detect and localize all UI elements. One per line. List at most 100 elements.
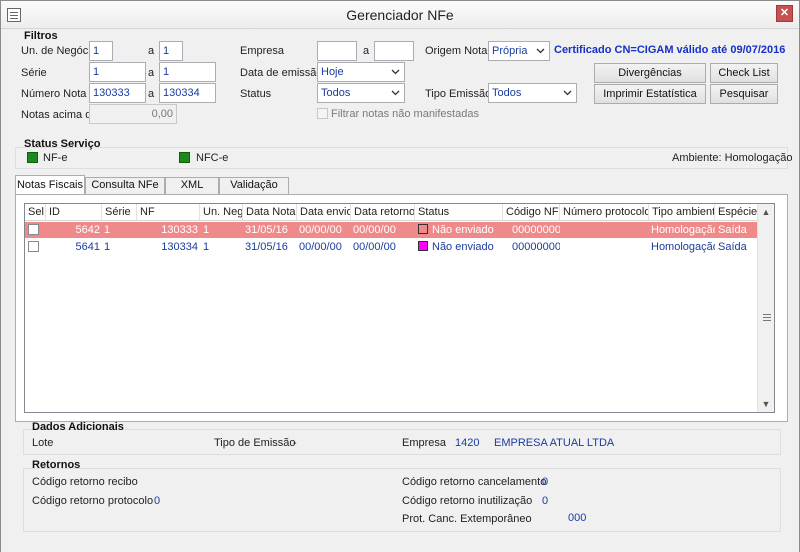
status-label: Status [240, 88, 272, 100]
nfe-status-indicator-icon [27, 152, 38, 163]
pesquisar-button[interactable]: Pesquisar [710, 84, 778, 104]
lote-label: Lote [32, 437, 54, 449]
scroll-thumb[interactable] [759, 220, 773, 396]
filtrar-nao-manifestadas-checkbox[interactable] [317, 108, 328, 119]
col-data-envio[interactable]: Data envio [297, 204, 351, 221]
col-codigo-nfe[interactable]: Código NFe [503, 204, 560, 221]
col-data-nota[interactable]: Data Nota [243, 204, 297, 221]
data-emissao-label: Data de emissão [240, 67, 323, 79]
cell-status-text: Não enviado [432, 224, 494, 236]
col-especie[interactable]: Espécie [715, 204, 762, 221]
nfce-status-indicator-icon [179, 152, 190, 163]
cell-especie: Saída [718, 241, 747, 253]
col-nf[interactable]: NF [137, 204, 200, 221]
cell-status: Não enviado [418, 239, 503, 255]
notas-acima-input[interactable]: 0,00 [89, 104, 177, 124]
empresa-to-input[interactable] [374, 41, 414, 61]
prot-canc-extemporaneo-label: Prot. Canc. Extemporâneo [402, 513, 532, 525]
notas-grid[interactable]: Sel ID Série NF Un. Neg. Data Nota Data … [24, 203, 775, 413]
scroll-down-icon[interactable]: ▼ [758, 396, 774, 412]
origem-nota-value: Própria [492, 45, 528, 57]
tab-xml[interactable]: XML [165, 177, 219, 194]
status-color-swatch [418, 241, 428, 251]
cell-numero-protocolo [562, 222, 649, 238]
col-serie[interactable]: Série [102, 204, 137, 221]
notas-fiscais-panel: Sel ID Série NF Un. Neg. Data Nota Data … [15, 194, 788, 422]
imprimir-estatistica-button[interactable]: Imprimir Estatística [594, 84, 706, 104]
codigo-retorno-recibo-label: Código retorno recibo [32, 476, 138, 488]
row-select-checkbox[interactable] [28, 224, 39, 235]
cell-codigo-nfe: 000000000 [512, 241, 560, 253]
tipo-emissao-value: Todos [492, 87, 522, 99]
cell-status-text: Não enviado [432, 241, 494, 253]
numero-nota-label: Número Nota [21, 88, 87, 100]
empresa-info-code: 1420 [455, 437, 480, 449]
un-negocio-to-input[interactable]: 1 [159, 41, 183, 61]
un-negocio-label: Un. de Negócio [21, 45, 97, 57]
cell-serie: 1 [104, 241, 111, 253]
filtros-title: Filtros [24, 30, 58, 42]
status-servico-title: Status Serviço [24, 138, 101, 150]
tab-validacao-xml[interactable]: Validação XML [219, 177, 289, 206]
cell-data-envio: 00/00/00 [299, 224, 342, 236]
codigo-retorno-inutilizacao-label: Código retorno inutilização [402, 495, 533, 507]
prot-canc-extemporaneo-value: 000 [568, 512, 587, 524]
grid-vertical-scrollbar[interactable]: ▲ ▼ [757, 204, 774, 412]
scroll-grip-icon [763, 314, 771, 321]
numero-nota-to-input[interactable]: 130334 [159, 83, 216, 103]
cell-id: 5642 [75, 224, 100, 236]
close-button[interactable]: ✕ [776, 5, 793, 22]
codigo-retorno-cancelamento-label: Código retorno cancelamento [402, 476, 547, 488]
un-negocio-from-input[interactable]: 1 [89, 41, 113, 61]
col-tipo-ambiente[interactable]: Tipo ambiente [649, 204, 715, 221]
cell-nf: 130333 [161, 224, 198, 236]
empresa-info-name: EMPRESA ATUAL LTDA [494, 437, 615, 449]
cell-data-retorno: 00/00/00 [353, 241, 396, 253]
status-select[interactable]: Todos [317, 83, 405, 103]
chevron-down-icon [391, 69, 400, 75]
cell-especie: Saída [718, 224, 747, 236]
col-numero-protocolo[interactable]: Número protocolo [560, 204, 649, 221]
col-status[interactable]: Status [415, 204, 503, 221]
col-id[interactable]: ID [46, 204, 102, 221]
cell-serie: 1 [104, 224, 111, 236]
numero-nota-from-input[interactable]: 130333 [89, 83, 146, 103]
cell-codigo-nfe: 000000000 [512, 224, 560, 236]
data-emissao-select[interactable]: Hoje [317, 62, 405, 82]
empresa-info-label: Empresa [402, 437, 447, 449]
col-un-neg[interactable]: Un. Neg. [200, 204, 243, 221]
check-list-button[interactable]: Check List [710, 63, 778, 83]
title-bar: Gerenciador NFe ✕ [1, 1, 799, 29]
cell-id: 5641 [75, 241, 100, 253]
cell-data-envio: 00/00/00 [299, 241, 342, 253]
tipo-emissao-label: Tipo Emissão [425, 88, 492, 100]
table-row[interactable]: 5642 1 130333 1 31/05/16 00/00/00 00/00/… [25, 222, 762, 238]
gerenciador-nfe-window: Gerenciador NFe ✕ Filtros Un. de Negócio… [0, 0, 800, 552]
filtrar-nao-manifestadas-label: Filtrar notas não manifestadas [331, 108, 479, 120]
tab-consulta-nfe[interactable]: Consulta NFe [85, 177, 165, 194]
empresa-sep: a [363, 45, 370, 57]
cell-un-neg: 1 [203, 241, 210, 253]
col-data-retorno[interactable]: Data retorno [351, 204, 415, 221]
empresa-from-input[interactable] [317, 41, 357, 61]
grid-header: Sel ID Série NF Un. Neg. Data Nota Data … [25, 204, 762, 221]
codigo-retorno-inutilizacao-value: 0 [542, 495, 549, 507]
tab-notas-fiscais[interactable]: Notas Fiscais [15, 175, 85, 194]
origem-nota-label: Origem Nota [425, 45, 488, 57]
tipo-emissao-select[interactable]: Todos [488, 83, 577, 103]
serie-to-input[interactable]: 1 [159, 62, 216, 82]
serie-from-input[interactable]: 1 [89, 62, 146, 82]
divergencias-button[interactable]: Divergências [594, 63, 706, 83]
cell-status: Não enviado [418, 222, 503, 238]
cell-data-nota: 31/05/16 [245, 224, 288, 236]
row-select-checkbox[interactable] [28, 241, 39, 252]
codigo-retorno-cancelamento-value: 0 [542, 476, 549, 488]
col-sel[interactable]: Sel [25, 204, 46, 221]
cell-tipo-ambiente: Homologação [651, 224, 715, 236]
cell-numero-protocolo [562, 239, 649, 255]
scroll-up-icon[interactable]: ▲ [758, 204, 774, 220]
origem-nota-select[interactable]: Própria [488, 41, 550, 61]
cell-data-nota: 31/05/16 [245, 241, 288, 253]
serie-label: Série [21, 67, 47, 79]
table-row[interactable]: 5641 1 130334 1 31/05/16 00/00/00 00/00/… [25, 239, 762, 255]
